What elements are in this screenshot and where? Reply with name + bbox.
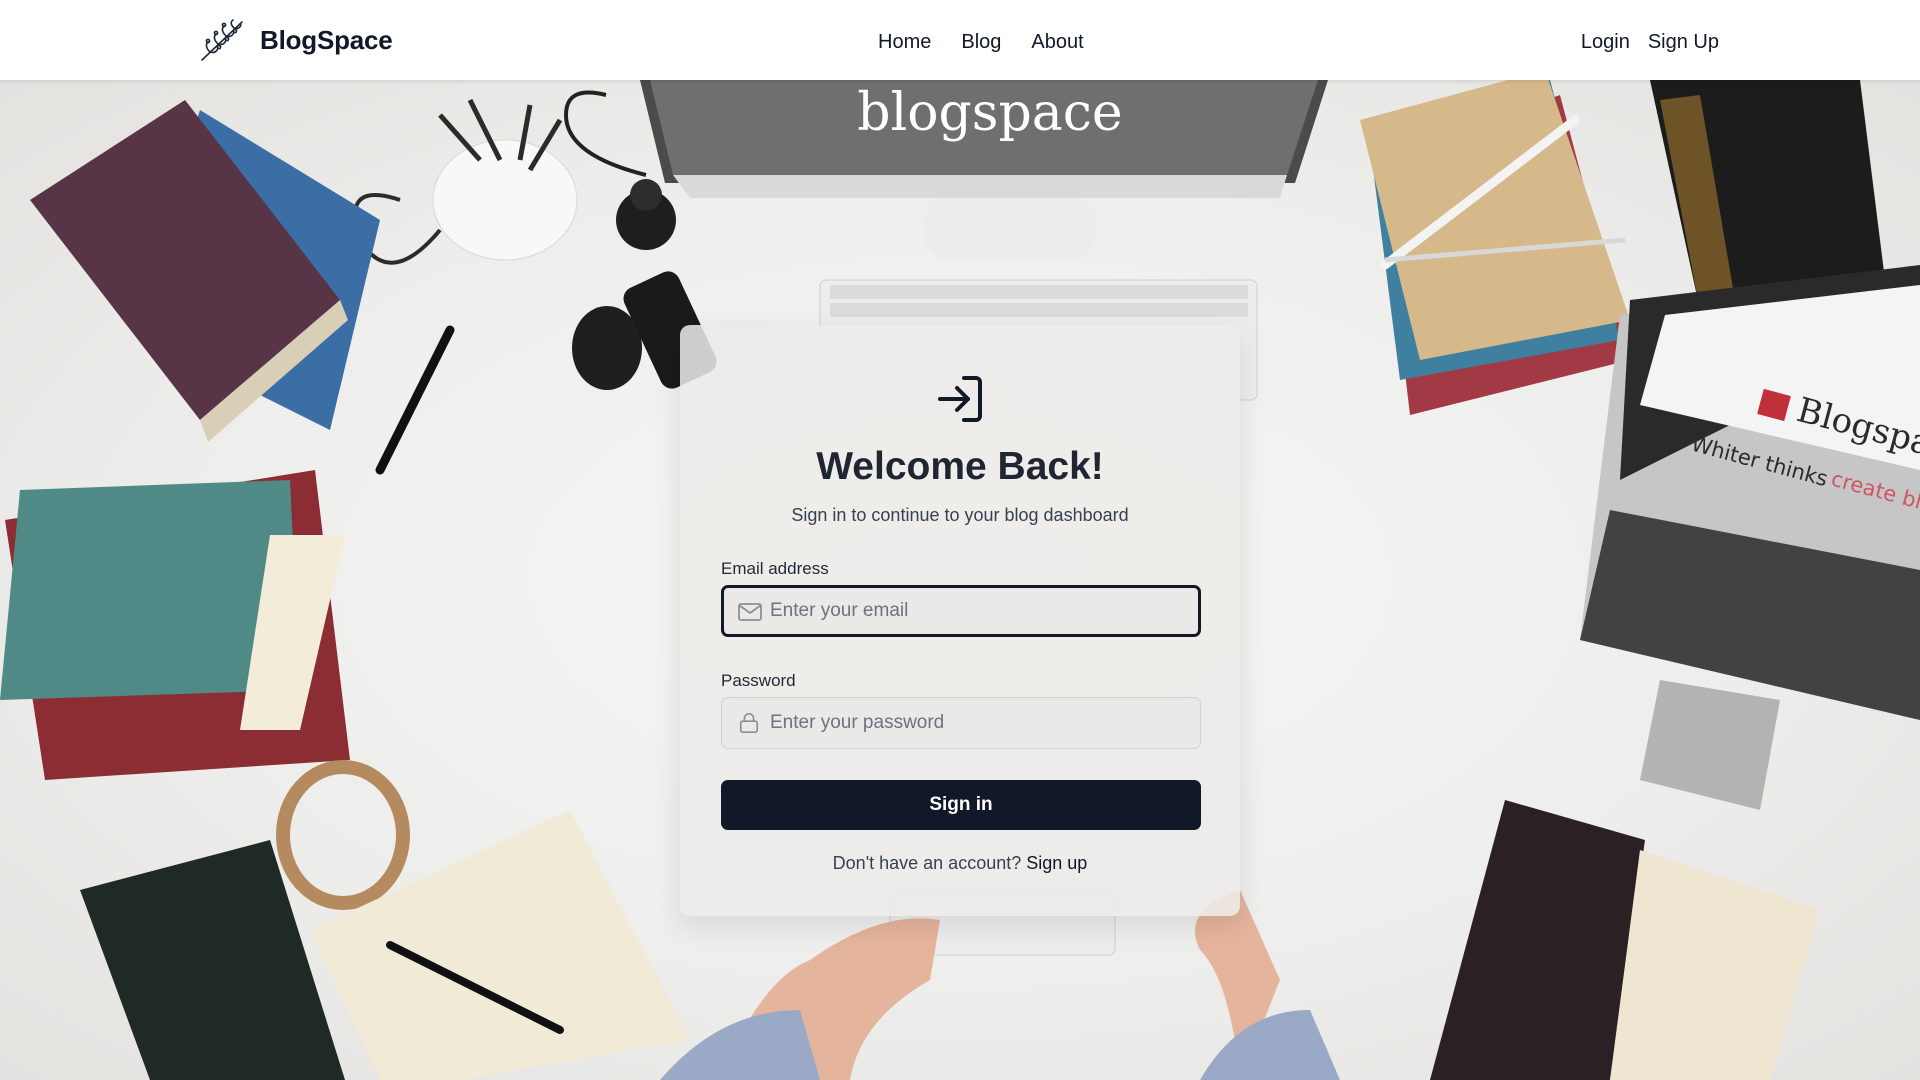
signup-nav-link[interactable]: Sign Up — [1648, 28, 1719, 56]
monitor-graphic: blogspace — [640, 80, 1328, 258]
quill-logo-icon — [201, 19, 243, 61]
navbar: BlogSpace Home Blog About Login Sign Up — [0, 0, 1920, 80]
lock-icon — [739, 713, 759, 733]
login-card: Welcome Back! Sign in to continue to you… — [680, 325, 1240, 916]
password-label: Password — [721, 671, 796, 690]
password-field[interactable] — [721, 697, 1201, 749]
main-nav: Home Blog About — [878, 28, 1084, 56]
auth-nav: Login Sign Up — [1581, 28, 1719, 56]
signup-prompt: Don't have an account? Sign up — [680, 853, 1240, 874]
nav-blog-link[interactable]: Blog — [961, 28, 1001, 56]
email-label: Email address — [721, 559, 829, 578]
login-link[interactable]: Login — [1581, 28, 1630, 56]
monitor-screen-text: blogspace — [857, 83, 1122, 143]
brand-link[interactable]: BlogSpace — [198, 16, 393, 64]
email-field[interactable] — [721, 585, 1201, 637]
email-input[interactable] — [770, 588, 1190, 634]
nav-home-link[interactable]: Home — [878, 28, 931, 56]
welcome-subtitle: Sign in to continue to your blog dashboa… — [791, 505, 1129, 525]
log-in-icon — [938, 376, 982, 422]
nav-about-link[interactable]: About — [1031, 28, 1083, 56]
brand-name: BlogSpace — [260, 24, 393, 55]
sign-up-link[interactable]: Sign up — [1026, 853, 1087, 873]
sign-in-button[interactable]: Sign in — [721, 780, 1201, 830]
signup-prompt-text: Don't have an account? — [832, 853, 1022, 873]
mail-icon — [738, 603, 762, 621]
password-input[interactable] — [770, 698, 1190, 748]
welcome-title: Welcome Back! — [816, 445, 1104, 488]
